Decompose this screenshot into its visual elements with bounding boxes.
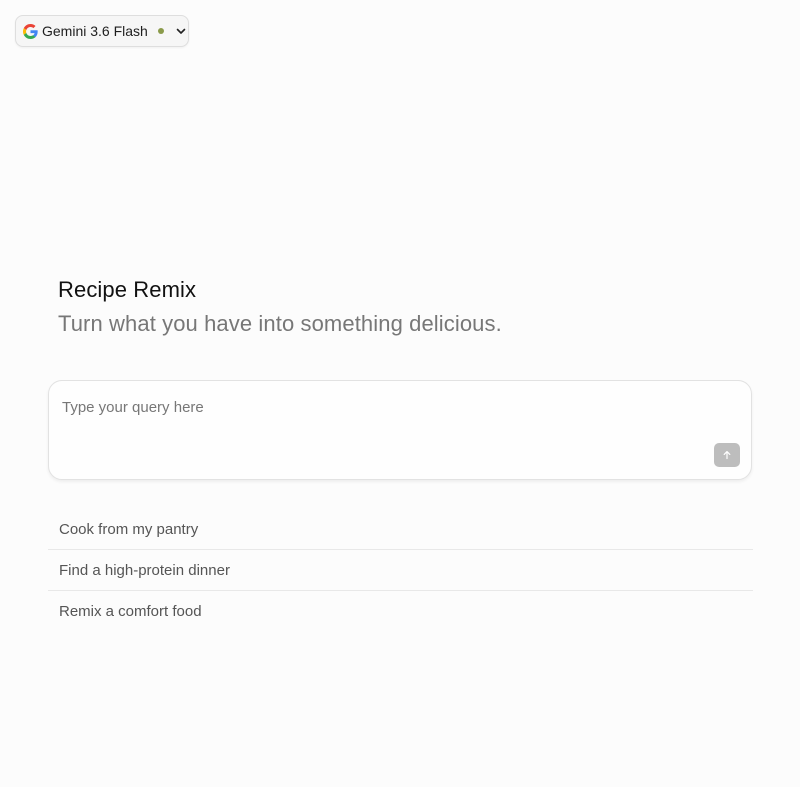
query-input[interactable] — [62, 394, 702, 420]
arrow-up-icon — [723, 451, 731, 460]
send-button[interactable] — [714, 443, 740, 467]
model-selector[interactable]: Gemini 3.6 Flash — [15, 15, 189, 47]
suggestion-cook-from-pantry[interactable]: Cook from my pantry — [48, 509, 753, 550]
model-name: Gemini 3.6 Flash — [42, 23, 148, 39]
page-subtitle: Turn what you have into something delici… — [58, 311, 502, 336]
suggestion-list: Cook from my pantry Find a high-protein … — [48, 509, 753, 632]
google-g-icon — [23, 23, 38, 39]
suggestion-high-protein-dinner[interactable]: Find a high-protein dinner — [48, 550, 753, 591]
chevron-down-icon — [176, 28, 186, 34]
status-dot — [157, 28, 164, 34]
query-box — [48, 380, 752, 480]
page-title: Recipe Remix — [58, 277, 197, 302]
suggestion-remix-comfort-food[interactable]: Remix a comfort food — [48, 591, 753, 632]
